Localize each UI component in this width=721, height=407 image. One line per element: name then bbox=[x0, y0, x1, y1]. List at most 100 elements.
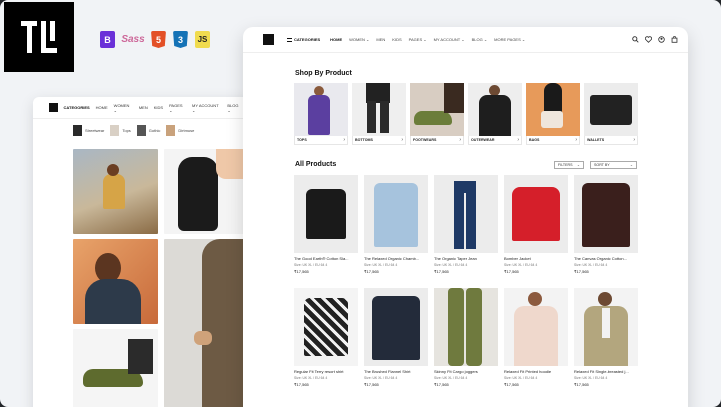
product-image bbox=[504, 175, 568, 253]
product-name[interactable]: The Organic Taper Jean bbox=[434, 256, 498, 261]
product-size: Size: UK XL / EU 64 4 bbox=[504, 263, 538, 267]
category-tile-footwears[interactable]: FOOTWEARS › bbox=[410, 83, 464, 145]
nav-men[interactable]: MEN bbox=[376, 37, 385, 42]
product-name[interactable]: The Relaxed Organic Chamb... bbox=[364, 256, 428, 261]
product-price: ₹17,565 bbox=[294, 269, 309, 274]
chevron-right-icon: › bbox=[517, 137, 519, 143]
back-category-strip: Streetwear Tops Gothic Dirtmuse bbox=[33, 119, 263, 136]
user-icon[interactable] bbox=[658, 36, 665, 43]
product-card[interactable]: Regular Fit Terry resort shirt Size: UK … bbox=[294, 288, 358, 387]
category-image bbox=[526, 83, 580, 136]
category-label: OUTERWEAR bbox=[471, 138, 495, 142]
back-nav-home[interactable]: HOME bbox=[96, 105, 108, 110]
gallery-image-woman-portrait[interactable] bbox=[73, 239, 158, 324]
product-image bbox=[364, 288, 428, 366]
back-logo[interactable] bbox=[49, 103, 58, 112]
product-name[interactable]: Regular Fit Terry resort shirt bbox=[294, 369, 358, 374]
product-size: Size: UK XL / EU 64 4 bbox=[574, 263, 608, 267]
sort-by-dropdown[interactable]: SORT BY ⌄ bbox=[590, 161, 637, 169]
html5-icon: 5 bbox=[151, 31, 166, 48]
product-size: Size: UK XL / EU 64 4 bbox=[294, 263, 328, 267]
product-card[interactable]: Skinny Fit Cargo joggers Size: UK XL / E… bbox=[434, 288, 498, 387]
category-label: FOOTWEARS bbox=[413, 138, 437, 142]
back-category-item[interactable]: Tops bbox=[110, 125, 131, 136]
heart-icon[interactable] bbox=[645, 36, 652, 43]
product-card[interactable]: Relaxed Fit Single-breasted j... Size: U… bbox=[574, 288, 638, 387]
product-price: ₹17,565 bbox=[294, 382, 309, 387]
category-tile-bags[interactable]: BAGS › bbox=[526, 83, 580, 145]
product-name[interactable]: The Good Earth® Cotton Sla... bbox=[294, 256, 358, 261]
product-price: ₹17,565 bbox=[434, 382, 449, 387]
javascript-icon: JS bbox=[195, 31, 210, 48]
product-size: Size: UK XL / EU 64 4 bbox=[434, 263, 468, 267]
nav-blog[interactable]: BLOG ⌄ bbox=[472, 37, 488, 42]
main-navbar: CATEGORIES HOME WOMEN ⌄ MEN KIDS PAGES ⌄… bbox=[243, 27, 688, 53]
filters-dropdown[interactable]: FILTERS ⌄ bbox=[554, 161, 584, 169]
back-nav-men[interactable]: MEN bbox=[139, 105, 148, 110]
product-image bbox=[434, 175, 498, 253]
category-image bbox=[352, 83, 406, 136]
category-image bbox=[584, 83, 638, 136]
category-tile-outerwear[interactable]: OUTERWEAR › bbox=[468, 83, 522, 145]
back-category-item[interactable]: Gothic bbox=[136, 125, 160, 136]
back-category-item[interactable]: Streetwear bbox=[73, 125, 104, 136]
site-logo[interactable] bbox=[263, 34, 274, 45]
cart-icon[interactable] bbox=[671, 36, 678, 43]
back-categories-button[interactable]: CATEGORIES bbox=[64, 105, 90, 110]
chevron-right-icon: › bbox=[459, 137, 461, 143]
product-card[interactable]: The Organic Taper Jean Size: UK XL / EU … bbox=[434, 175, 498, 274]
categories-button[interactable]: CATEGORIES bbox=[287, 37, 320, 42]
gallery-image-shoes[interactable] bbox=[73, 329, 158, 407]
back-nav-women[interactable]: WOMEN ⌄ bbox=[114, 103, 133, 113]
product-price: ₹17,565 bbox=[574, 269, 589, 274]
product-name[interactable]: Relaxed Fit Printed hoodie bbox=[504, 369, 568, 374]
product-card[interactable]: The Canvas Organic Cotton... Size: UK XL… bbox=[574, 175, 638, 274]
back-category-item[interactable]: Dirtmuse bbox=[166, 125, 194, 136]
product-card[interactable]: Bomber Jacket Size: UK XL / EU 64 4 ₹17,… bbox=[504, 175, 568, 274]
nav-home[interactable]: HOME bbox=[330, 37, 342, 42]
back-nav-pages[interactable]: PAGES ⌄ bbox=[169, 103, 186, 113]
category-label: WALLETS bbox=[587, 138, 605, 142]
category-image bbox=[468, 83, 522, 136]
nav-my-account[interactable]: MY ACCOUNT ⌄ bbox=[434, 37, 465, 42]
brand-logo bbox=[4, 2, 74, 72]
product-image bbox=[364, 175, 428, 253]
product-name[interactable]: The Brushed Flannel Shirt bbox=[364, 369, 428, 374]
chevron-right-icon: › bbox=[575, 137, 577, 143]
product-price: ₹17,565 bbox=[434, 269, 449, 274]
product-name[interactable]: Skinny Fit Cargo joggers bbox=[434, 369, 498, 374]
gallery-image-man-coat[interactable] bbox=[164, 239, 244, 407]
tech-stack-icons: B Sass 5 3 JS bbox=[100, 31, 210, 48]
back-nav-blog[interactable]: BLOG ⌄ bbox=[227, 103, 242, 113]
product-name[interactable]: Bomber Jacket bbox=[504, 256, 568, 261]
category-label: BOTTOMS bbox=[355, 138, 373, 142]
chevron-down-icon: ⌄ bbox=[576, 163, 580, 167]
product-price: ₹17,565 bbox=[504, 382, 519, 387]
product-card[interactable]: The Relaxed Organic Chamb... Size: UK XL… bbox=[364, 175, 428, 274]
product-size: Size: UK XL / EU 64 4 bbox=[504, 376, 538, 380]
nav-kids[interactable]: KIDS bbox=[392, 37, 401, 42]
nav-pages[interactable]: PAGES ⌄ bbox=[409, 37, 427, 42]
nav-more-pages[interactable]: MORE PAGES ⌄ bbox=[494, 37, 525, 42]
product-card[interactable]: Relaxed Fit Printed hoodie Size: UK XL /… bbox=[504, 288, 568, 387]
category-tile-tops[interactable]: TOPS › bbox=[294, 83, 348, 145]
back-browser-window: CATEGORIES HOME WOMEN ⌄ MEN KIDS PAGES ⌄… bbox=[33, 97, 263, 407]
category-tile-bottoms[interactable]: BOTTOMS › bbox=[352, 83, 406, 145]
product-name[interactable]: Relaxed Fit Single-breasted j... bbox=[574, 369, 638, 374]
product-card[interactable]: The Good Earth® Cotton Sla... Size: UK X… bbox=[294, 175, 358, 274]
gallery-image-woman-sitting[interactable] bbox=[73, 149, 158, 234]
back-nav-kids[interactable]: KIDS bbox=[154, 105, 163, 110]
product-card[interactable]: The Brushed Flannel Shirt Size: UK XL / … bbox=[364, 288, 428, 387]
search-icon[interactable] bbox=[632, 36, 639, 43]
category-image bbox=[410, 83, 464, 136]
back-nav-account[interactable]: MY ACCOUNT ⌄ bbox=[192, 103, 221, 113]
front-browser-window: CATEGORIES HOME WOMEN ⌄ MEN KIDS PAGES ⌄… bbox=[243, 27, 688, 407]
category-tile-wallets[interactable]: WALLETS › bbox=[584, 83, 638, 145]
product-price: ₹17,565 bbox=[504, 269, 519, 274]
category-image bbox=[294, 83, 348, 136]
product-size: Size: UK XL / EU 64 4 bbox=[364, 263, 398, 267]
nav-women[interactable]: WOMEN ⌄ bbox=[349, 37, 369, 42]
product-image bbox=[294, 288, 358, 366]
gallery-image-backpack[interactable] bbox=[164, 149, 244, 234]
product-name[interactable]: The Canvas Organic Cotton... bbox=[574, 256, 638, 261]
